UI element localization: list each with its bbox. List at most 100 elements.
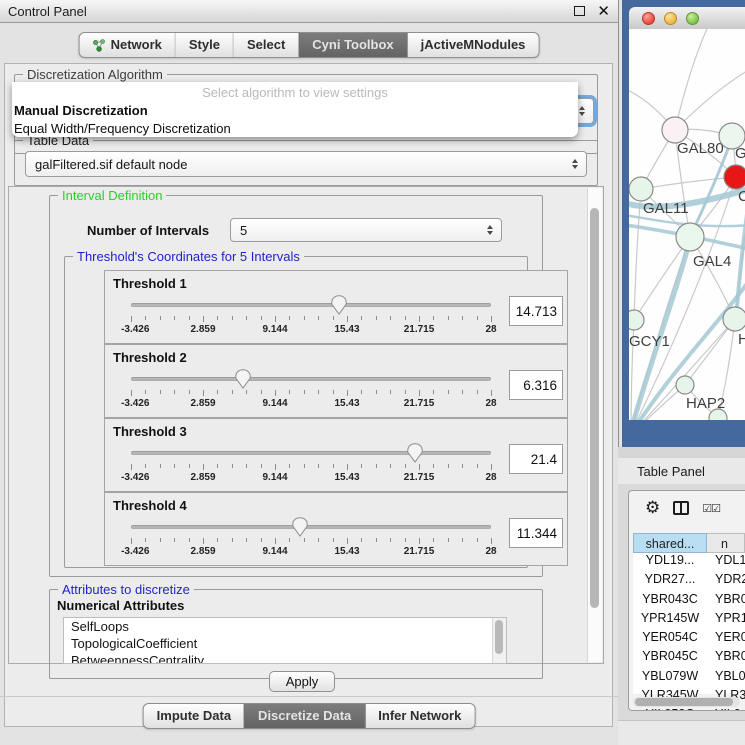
network-canvas[interactable]: GAL80GCGAL11GAL4GCY1HHAP2: [629, 29, 745, 420]
node-table: shared...n YDL19...YDL1YDR27...YDR2YBR04…: [633, 533, 745, 694]
close-traffic-light-icon[interactable]: [642, 12, 655, 25]
network-window-titlebar: [629, 7, 745, 30]
table-panel-titlebar: Table Panel: [618, 458, 745, 485]
network-node-hap2[interactable]: [676, 376, 694, 394]
table-data-combobox[interactable]: galFiltered.sif default node: [25, 151, 587, 177]
slider-thumb[interactable]: [331, 295, 347, 315]
node-label: GAL11: [643, 200, 689, 217]
threshold-slider[interactable]: -3.4262.8599.14415.4321.71528: [131, 443, 491, 485]
network-node-gal11[interactable]: [629, 177, 653, 201]
threshold-label: Threshold 3: [113, 424, 187, 439]
node-label: GCY1: [629, 333, 670, 350]
threshold-slider[interactable]: -3.4262.8599.14415.4321.71528: [131, 517, 491, 559]
threshold-slider[interactable]: -3.4262.8599.14415.4321.71528: [131, 369, 491, 411]
control-panel-titlebar: Control Panel ✕: [0, 0, 618, 23]
table-row[interactable]: YDR27...YDR2: [633, 572, 745, 591]
tab-select[interactable]: Select: [233, 33, 298, 57]
threshold-label: Threshold 1: [113, 276, 187, 291]
thresholds-group-title: Threshold's Coordinates for 5 Intervals: [73, 249, 304, 264]
table-row[interactable]: YIL053CYIL0: [633, 707, 745, 711]
table-header-row: shared...n: [633, 533, 745, 553]
network-node-c[interactable]: [724, 165, 745, 189]
dropdown-hint: Select algorithm to view settings: [12, 82, 578, 102]
table-row[interactable]: YPR145WYPR1: [633, 611, 745, 630]
table-row[interactable]: YDL19...YDL1: [633, 553, 745, 572]
threshold-value-field[interactable]: 11.344: [509, 518, 563, 548]
node-label: C: [738, 188, 745, 205]
column-header-2[interactable]: n: [707, 533, 745, 553]
tab-style[interactable]: Style: [175, 33, 233, 57]
close-icon[interactable]: ✕: [597, 4, 610, 19]
split-columns-icon[interactable]: [673, 501, 689, 515]
combo-stepper-icon: [572, 159, 578, 169]
threshold-row: Threshold 3 -3.4262.8599.14415.4321.71528…: [104, 418, 568, 492]
dropdown-option[interactable]: Equal Width/Frequency Discretization: [12, 120, 578, 137]
zoom-traffic-light-icon[interactable]: [686, 12, 699, 25]
table-panel-toolbar: ⚙ ☑☑: [629, 491, 745, 525]
network-node-gcy1[interactable]: [629, 310, 644, 330]
slider-thumb[interactable]: [235, 369, 251, 389]
scrollbar-thumb[interactable]: [635, 698, 733, 706]
apply-button[interactable]: Apply: [269, 671, 335, 692]
tab-cyni-toolbox[interactable]: Cyni Toolbox: [298, 33, 406, 57]
tab-network[interactable]: Network: [80, 33, 175, 57]
column-header-1[interactable]: shared...: [633, 533, 707, 553]
bottom-tab-impute-data[interactable]: Impute Data: [144, 704, 244, 728]
tab-jactivemnodules[interactable]: jActiveMNodules: [407, 33, 539, 57]
discretization-algorithm-group-title: Discretization Algorithm: [23, 67, 167, 82]
table-data-selected-value: galFiltered.sif default node: [35, 157, 187, 172]
numerical-attributes-label: Numerical Attributes: [57, 598, 184, 613]
number-of-intervals-combobox[interactable]: 5: [230, 218, 502, 242]
network-window: GAL80GCGAL11GAL4GCY1HHAP2: [622, 0, 745, 447]
interval-definition-group: Interval Definition Number of Intervals …: [49, 195, 543, 577]
node-label: GAL4: [693, 253, 731, 270]
attribute-list-item[interactable]: TopologicalCoefficient: [64, 635, 506, 652]
threshold-value-field[interactable]: 6.316: [509, 370, 563, 400]
threshold-row: Threshold 4 -3.4262.8599.14415.4321.71528…: [104, 492, 568, 566]
numerical-attributes-list[interactable]: SelfLoopsTopologicalCoefficientBetweenne…: [63, 617, 507, 664]
attribute-list-item[interactable]: SelfLoops: [64, 618, 506, 635]
scrollbar-thumb[interactable]: [590, 208, 599, 608]
combo-stepper-icon: [487, 225, 493, 235]
control-panel-tabbar: NetworkStyleSelectCyni ToolboxjActiveMNo…: [79, 32, 540, 58]
slider-thumb[interactable]: [407, 443, 423, 463]
network-node-gal4[interactable]: [676, 223, 704, 251]
combo-stepper-icon: [579, 106, 585, 116]
table-row[interactable]: YBR045CYBR0: [633, 649, 745, 668]
bottom-tab-infer-network[interactable]: Infer Network: [364, 704, 474, 728]
control-panel-title: Control Panel: [8, 4, 87, 19]
threshold-slider[interactable]: -3.4262.8599.14415.4321.71528: [131, 295, 491, 337]
horizontal-scrollbar[interactable]: [633, 697, 740, 707]
select-columns-icon[interactable]: ☑☑: [702, 502, 720, 515]
minimize-traffic-light-icon[interactable]: [664, 12, 677, 25]
node-label: G: [735, 145, 745, 162]
vertical-scrollbar[interactable]: [587, 188, 602, 662]
settings-scroll-area: Interval Definition Number of Intervals …: [8, 186, 604, 664]
table-row[interactable]: YER054CYER0: [633, 630, 745, 649]
table-row[interactable]: YBR043CYBR0: [633, 592, 745, 611]
slider-thumb[interactable]: [292, 517, 308, 537]
table-panel: ⚙ ☑☑ shared...n YDL19...YDL1YDR27...YDR2…: [628, 490, 745, 711]
attributes-group-title: Attributes to discretize: [58, 582, 194, 597]
gear-icon[interactable]: ⚙: [645, 500, 660, 517]
list-scrollbar[interactable]: [492, 618, 506, 663]
dropdown-option[interactable]: Manual Discretization: [12, 102, 578, 120]
threshold-row: Threshold 2 -3.4262.8599.14415.4321.71528…: [104, 344, 568, 418]
table-data-group: Table Data galFiltered.sif default node: [14, 140, 598, 186]
network-icon: [93, 39, 106, 52]
threshold-row: Threshold 1 -3.4262.8599.14415.4321.71528…: [104, 270, 568, 344]
float-window-icon[interactable]: [574, 6, 585, 16]
threshold-label: Threshold 4: [113, 498, 187, 513]
network-node-h[interactable]: [723, 307, 745, 331]
algorithm-dropdown-popup: Select algorithm to view settings Manual…: [12, 82, 578, 137]
node-label: H: [738, 331, 745, 348]
number-of-intervals-value: 5: [240, 223, 247, 238]
attribute-list-item[interactable]: BetweennessCentrality: [64, 652, 506, 664]
threshold-value-field[interactable]: 14.713: [509, 296, 563, 326]
table-row[interactable]: YBL079WYBL0: [633, 669, 745, 688]
application-window: Control Panel ✕ NetworkStyleSelectCyni T…: [0, 0, 745, 745]
threshold-value-field[interactable]: 21.4: [509, 444, 563, 474]
threshold-label: Threshold 2: [113, 350, 187, 365]
bottom-tab-discretize-data[interactable]: Discretize Data: [244, 704, 364, 728]
number-of-intervals-label: Number of Intervals: [87, 223, 209, 238]
